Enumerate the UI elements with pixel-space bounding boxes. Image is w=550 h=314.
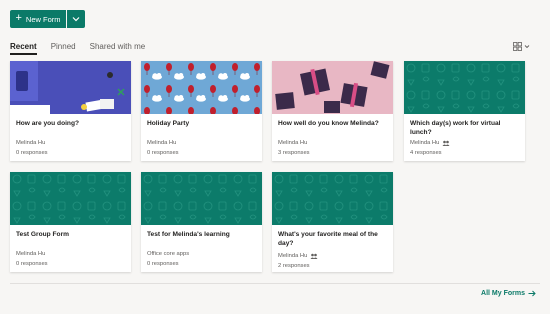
form-cover-image xyxy=(10,172,131,225)
form-cover-image xyxy=(141,61,262,114)
form-title: How are you doing? xyxy=(16,120,80,127)
new-form-label: New Form xyxy=(25,14,61,24)
form-owner: Melinda Hu xyxy=(16,140,45,146)
grid-view-icon xyxy=(513,42,522,51)
form-cover-image xyxy=(272,61,393,114)
form-title: Holiday Party xyxy=(147,120,190,127)
arrow-right-icon xyxy=(528,290,536,297)
form-owner-name: Melinda Hu xyxy=(278,140,308,146)
form-responses: 0 responses xyxy=(147,150,179,156)
form-card[interactable]: Test Group Form Melinda Hu 0 responses xyxy=(10,172,131,272)
form-cover-image xyxy=(10,61,131,114)
divider xyxy=(10,283,540,284)
form-title: How well do you know Melinda? xyxy=(278,120,379,127)
form-cover-image xyxy=(272,172,393,225)
form-owner-name: Melinda Hu xyxy=(410,140,440,146)
view-toggle-button[interactable] xyxy=(513,42,530,51)
form-owner-name: Office core apps xyxy=(147,251,190,257)
form-owner: Melinda Hu xyxy=(147,140,176,146)
form-owner: Melinda Hu xyxy=(410,140,450,146)
shared-icon xyxy=(310,253,318,259)
form-responses: 3 responses xyxy=(278,150,310,156)
form-responses: 4 responses xyxy=(410,150,442,156)
plus-icon: + xyxy=(15,12,22,24)
form-owner: Office core apps xyxy=(147,251,189,257)
tab-pinned[interactable]: Pinned xyxy=(51,42,76,55)
new-form-dropdown-button[interactable] xyxy=(67,10,85,28)
form-owner-name: Melinda Hu xyxy=(278,253,308,259)
form-owner-name: Melinda Hu xyxy=(16,251,46,257)
form-responses: 0 responses xyxy=(147,261,179,267)
new-form-button[interactable]: + New Form xyxy=(10,10,66,28)
form-responses: 0 responses xyxy=(16,261,48,267)
form-card[interactable]: What's your favorite meal of the day? Me… xyxy=(272,172,393,272)
form-card[interactable]: How well do you know Melinda? Melinda Hu… xyxy=(272,61,393,161)
form-owner: Melinda Hu xyxy=(16,251,45,257)
tab-shared-with-me[interactable]: Shared with me xyxy=(90,42,146,55)
form-title: Test Group Form xyxy=(16,231,69,238)
form-owner-name: Melinda Hu xyxy=(147,140,177,146)
form-card[interactable]: How are you doing? Melinda Hu 0 response… xyxy=(10,61,131,161)
form-cover-image xyxy=(404,61,525,114)
form-responses: 2 responses xyxy=(278,263,310,269)
form-title: Test for Melinda's learning xyxy=(147,231,230,238)
form-title: Which day(s) work for virtual lunch? xyxy=(410,120,501,136)
form-card[interactable]: Test for Melinda's learning Office core … xyxy=(141,172,262,272)
form-owner-name: Melinda Hu xyxy=(16,140,46,146)
form-owner: Melinda Hu xyxy=(278,253,318,259)
form-card[interactable]: Holiday Party Melinda Hu 0 responses xyxy=(141,61,262,161)
form-responses: 0 responses xyxy=(16,150,48,156)
new-form-group: + New Form xyxy=(10,10,85,28)
all-my-forms-link[interactable]: All My Forms xyxy=(481,290,536,297)
form-cover-image xyxy=(141,172,262,225)
form-title: What's your favorite meal of the day? xyxy=(278,231,378,247)
chevron-down-icon xyxy=(72,17,80,22)
form-owner: Melinda Hu xyxy=(278,140,307,146)
tab-recent[interactable]: Recent xyxy=(10,42,37,55)
form-card[interactable]: Which day(s) work for virtual lunch? Mel… xyxy=(404,61,525,161)
all-my-forms-label: All My Forms xyxy=(481,290,525,297)
shared-icon xyxy=(442,140,450,146)
chevron-down-icon xyxy=(524,45,530,49)
filter-tabs: Recent Pinned Shared with me xyxy=(10,42,145,55)
